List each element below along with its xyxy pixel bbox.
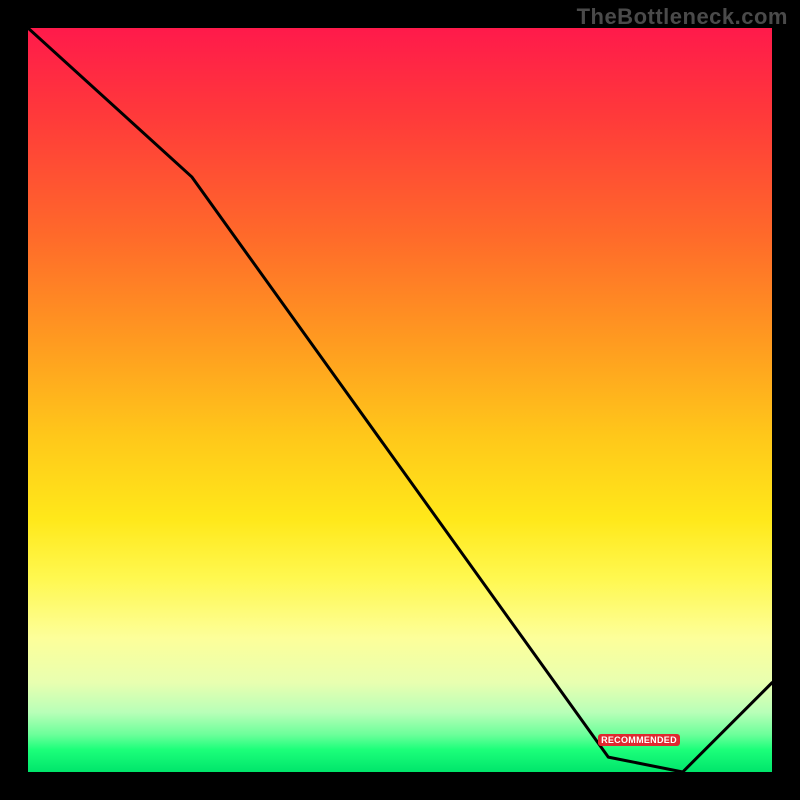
plot-area: RECOMMENDED [28, 28, 772, 772]
recommended-badge: RECOMMENDED [598, 734, 680, 746]
chart-frame: TheBottleneck.com RECOMMENDED [0, 0, 800, 800]
bottleneck-line [28, 28, 772, 772]
watermark-text: TheBottleneck.com [577, 4, 788, 30]
